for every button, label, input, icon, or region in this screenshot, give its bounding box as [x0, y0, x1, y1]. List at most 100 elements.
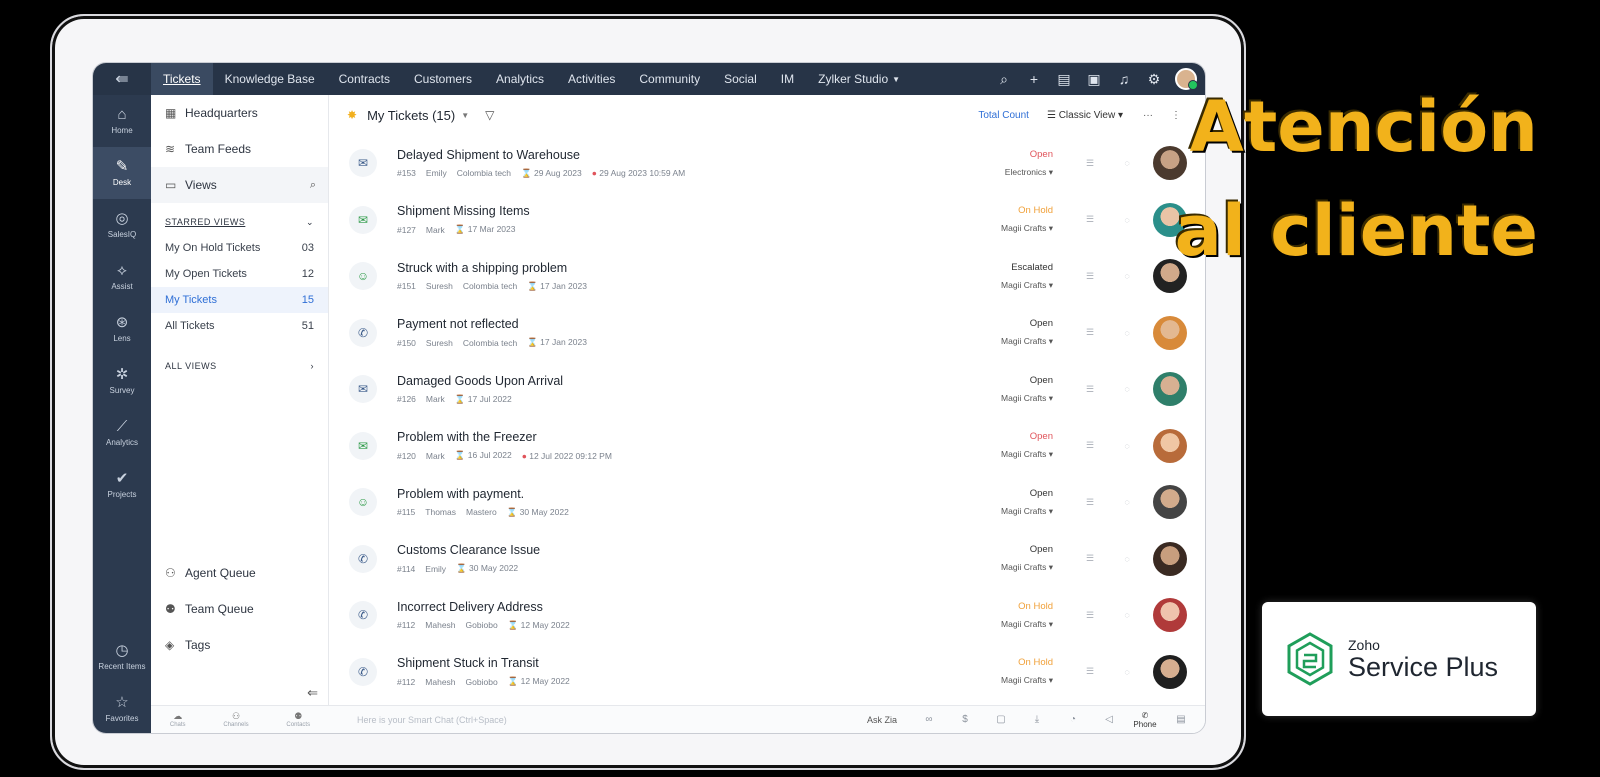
- rail-item-home[interactable]: ⌂ Home: [93, 95, 151, 147]
- smart-chat-input[interactable]: Here is your Smart Chat (Ctrl+Space): [329, 715, 867, 725]
- nav-tags[interactable]: ◈ Tags: [151, 627, 328, 663]
- alarm-icon[interactable]: ◔: [1055, 714, 1091, 725]
- widget-icon[interactable]: ▤: [1163, 714, 1199, 725]
- tab-zylker-studio[interactable]: Zylker Studio ▼: [806, 63, 912, 95]
- status-badge[interactable]: Open: [943, 488, 1053, 499]
- ticket-title[interactable]: Payment not reflected: [397, 317, 943, 331]
- starred-views-header[interactable]: STARRED VIEWS ⌄: [151, 209, 328, 235]
- quick-channels[interactable]: ⚇ Channels: [223, 711, 248, 728]
- department-dropdown[interactable]: Magii Crafts ▾: [943, 449, 1053, 460]
- starred-view-item[interactable]: My Tickets 15: [151, 287, 328, 313]
- department-dropdown[interactable]: Magii Crafts ▾: [943, 675, 1053, 686]
- status-badge[interactable]: Open: [943, 149, 1053, 160]
- department-dropdown[interactable]: Magii Crafts ▾: [943, 280, 1053, 291]
- department-dropdown[interactable]: Magii Crafts ▾: [943, 393, 1053, 404]
- rail-item-desk[interactable]: ✎ Desk: [93, 147, 151, 199]
- department-dropdown[interactable]: Magii Crafts ▾: [943, 619, 1053, 630]
- department-dropdown[interactable]: Magii Crafts ▾: [943, 506, 1053, 517]
- plus-icon[interactable]: +: [1019, 71, 1049, 87]
- ask-zia-button[interactable]: Ask Zia: [867, 715, 897, 725]
- ticket-title[interactable]: Shipment Stuck in Transit: [397, 656, 943, 670]
- rail-item-favorites[interactable]: ☆ Favorites: [93, 683, 151, 733]
- note-icon[interactable]: ▢: [983, 714, 1019, 725]
- table-row[interactable]: ✆ Payment not reflected #150 Suresh Colo…: [329, 305, 1205, 362]
- table-row[interactable]: ☺ Struck with a shipping problem #151 Su…: [329, 248, 1205, 305]
- zia-icon[interactable]: ∞: [911, 714, 947, 725]
- status-badge[interactable]: Open: [943, 375, 1053, 386]
- ticket-title[interactable]: Problem with the Freezer: [397, 430, 943, 444]
- ticket-title[interactable]: Struck with a shipping problem: [397, 261, 943, 275]
- nav-headquarters[interactable]: ▦ Headquarters: [151, 95, 328, 131]
- tab-customers[interactable]: Customers: [402, 63, 484, 95]
- tab-im[interactable]: IM: [769, 63, 806, 95]
- rail-item-analytics[interactable]: ⟋ Analytics: [93, 407, 151, 459]
- tab-tickets[interactable]: Tickets: [151, 63, 213, 95]
- bell-icon[interactable]: ♫: [1109, 71, 1139, 87]
- tab-contracts[interactable]: Contracts: [327, 63, 402, 95]
- table-row[interactable]: ✉ Delayed Shipment to Warehouse #153 Emi…: [329, 135, 1205, 192]
- ticket-title[interactable]: Damaged Goods Upon Arrival: [397, 374, 943, 388]
- star-icon[interactable]: ✸: [347, 108, 357, 122]
- status-badge[interactable]: Open: [943, 544, 1053, 555]
- status-badge[interactable]: On Hold: [943, 205, 1053, 216]
- nav-views[interactable]: ▭ Views ⌕: [151, 167, 328, 203]
- rail-item-projects[interactable]: ✔ Projects: [93, 459, 151, 511]
- starred-view-item[interactable]: My On Hold Tickets 03: [151, 235, 328, 261]
- dollar-icon[interactable]: $: [947, 714, 983, 725]
- status-badge[interactable]: Open: [943, 431, 1053, 442]
- kebab-icon[interactable]: ⋮: [1171, 110, 1181, 121]
- ticket-icon[interactable]: ▤: [1049, 71, 1079, 88]
- classic-view-dropdown[interactable]: ☰ Classic View ▾: [1047, 110, 1123, 121]
- starred-view-item[interactable]: All Tickets 51: [151, 313, 328, 339]
- department-dropdown[interactable]: Magii Crafts ▾: [943, 336, 1053, 347]
- table-row[interactable]: ☺ Problem with payment. #115 Thomas Mast…: [329, 474, 1205, 531]
- search-icon[interactable]: ⌕: [989, 71, 1019, 88]
- tab-analytics[interactable]: Analytics: [484, 63, 556, 95]
- phone-button[interactable]: ✆ Phone: [1127, 711, 1163, 729]
- nav-agent-queue[interactable]: ⚇ Agent Queue: [151, 555, 328, 591]
- table-row[interactable]: ✉ Damaged Goods Upon Arrival #126 Mark ⌛…: [329, 361, 1205, 418]
- status-badge[interactable]: Escalated: [943, 262, 1053, 273]
- quick-chats[interactable]: ☁ Chats: [170, 711, 186, 728]
- tab-knowledge-base[interactable]: Knowledge Base: [213, 63, 327, 95]
- rail-item-recent-items[interactable]: ◷ Recent Items: [93, 631, 151, 683]
- department-dropdown[interactable]: Magii Crafts ▾: [943, 562, 1053, 573]
- status-badge[interactable]: On Hold: [943, 601, 1053, 612]
- department-dropdown[interactable]: Electronics ▾: [943, 167, 1053, 178]
- rail-item-salesiq[interactable]: ◎ SalesIQ: [93, 199, 151, 251]
- ticket-title[interactable]: Incorrect Delivery Address: [397, 600, 943, 614]
- tab-social[interactable]: Social: [712, 63, 769, 95]
- ticket-title[interactable]: Shipment Missing Items: [397, 204, 943, 218]
- more-icon[interactable]: ···: [1143, 110, 1153, 121]
- rail-item-survey[interactable]: ✲ Survey: [93, 355, 151, 407]
- tab-community[interactable]: Community: [627, 63, 712, 95]
- collapse-menu-icon[interactable]: ⇚: [93, 69, 151, 89]
- search-icon[interactable]: ⌕: [310, 179, 316, 192]
- quick-contacts[interactable]: ⚉ Contacts: [286, 711, 310, 728]
- rail-item-assist[interactable]: ⟡ Assist: [93, 251, 151, 303]
- ticket-title[interactable]: Customs Clearance Issue: [397, 543, 943, 557]
- ticket-title[interactable]: Delayed Shipment to Warehouse: [397, 148, 943, 162]
- department-dropdown[interactable]: Magii Crafts ▾: [943, 223, 1053, 234]
- print-icon[interactable]: ▣: [1079, 71, 1109, 88]
- chevron-down-icon[interactable]: ▼: [461, 111, 469, 120]
- table-row[interactable]: ✉ Shipment Missing Items #127 Mark ⌛ 17 …: [329, 192, 1205, 249]
- gear-icon[interactable]: ⚙: [1139, 71, 1169, 88]
- all-views-header[interactable]: ALL VIEWS ›: [151, 353, 328, 379]
- ticket-title[interactable]: Problem with payment.: [397, 487, 943, 501]
- download-icon[interactable]: ⤓: [1019, 714, 1055, 725]
- announce-icon[interactable]: ◁: [1091, 714, 1127, 725]
- table-row[interactable]: ✉ Problem with the Freezer #120 Mark ⌛ 1…: [329, 418, 1205, 475]
- nav-team-queue[interactable]: ⚉ Team Queue: [151, 591, 328, 627]
- status-badge[interactable]: On Hold: [943, 657, 1053, 668]
- table-row[interactable]: ✆ Incorrect Delivery Address #112 Mahesh…: [329, 587, 1205, 644]
- nav-team-feeds[interactable]: ≋ Team Feeds: [151, 131, 328, 167]
- starred-view-item[interactable]: My Open Tickets 12: [151, 261, 328, 287]
- status-badge[interactable]: Open: [943, 318, 1053, 329]
- table-row[interactable]: ✆ Shipment Stuck in Transit #112 Mahesh …: [329, 644, 1205, 701]
- total-count-link[interactable]: Total Count: [978, 110, 1029, 121]
- collapse-panel-icon[interactable]: ⇐: [307, 685, 318, 701]
- view-title[interactable]: My Tickets (15): [367, 108, 455, 123]
- filter-icon[interactable]: ▽: [485, 108, 494, 122]
- rail-item-lens[interactable]: ⊛ Lens: [93, 303, 151, 355]
